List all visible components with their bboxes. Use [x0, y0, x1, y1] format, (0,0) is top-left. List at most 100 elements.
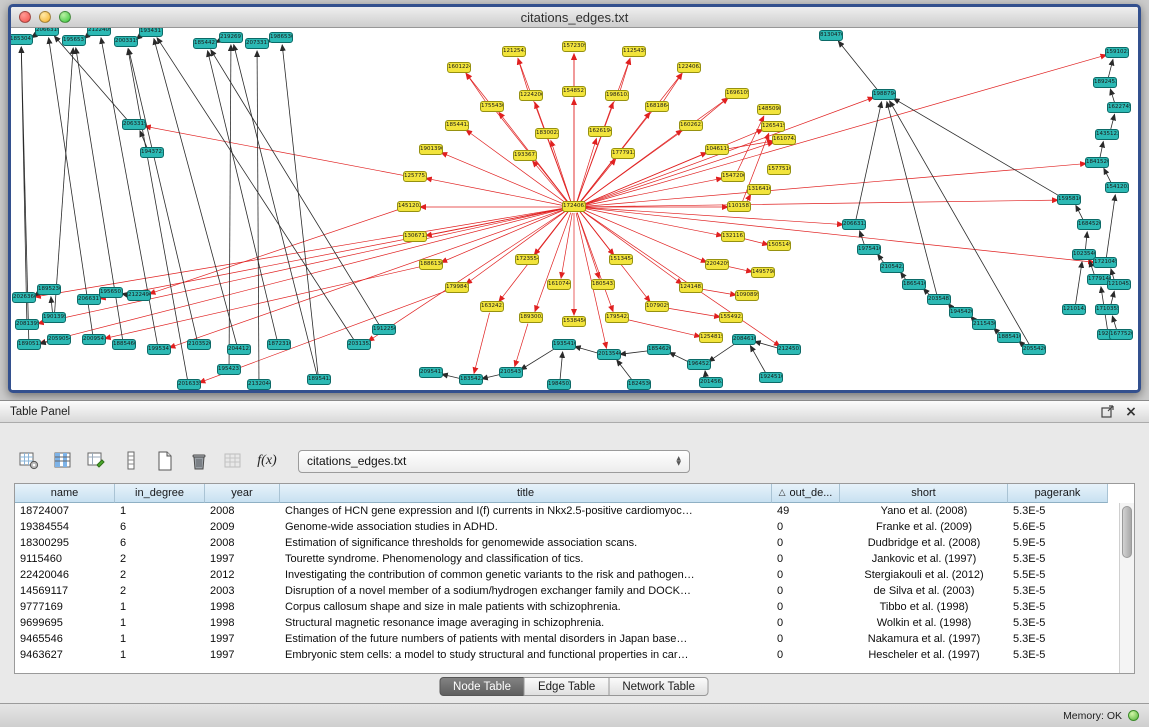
row-height-icon[interactable] — [116, 447, 146, 475]
table-cell[interactable]: 1 — [115, 617, 205, 629]
table-cell[interactable]: 5.5E-5 — [1008, 569, 1108, 581]
graph-node[interactable]: 19013904 — [419, 144, 443, 155]
graph-node[interactable]: 20554203 — [1022, 344, 1046, 355]
graph-node[interactable]: 19845033 — [547, 379, 571, 390]
table-cell[interactable]: 2008 — [205, 505, 280, 517]
column-select-icon[interactable] — [48, 447, 78, 475]
table-cell[interactable]: 0 — [772, 553, 840, 565]
graph-node[interactable]: 15910236 — [1105, 47, 1129, 58]
table-cell[interactable]: Yano et al. (2008) — [840, 505, 1008, 517]
table-row[interactable]: 1938455462009Genome-wide association stu… — [15, 519, 1134, 535]
table-cell[interactable]: Hescheler et al. (1997) — [840, 649, 1008, 661]
graph-node[interactable]: 15485274 — [562, 86, 586, 97]
graph-node[interactable]: 14351236 — [1095, 129, 1119, 140]
table-cell[interactable]: Disruption of a novel member of a sodium… — [280, 585, 772, 597]
graph-node[interactable]: 12414814 — [679, 282, 703, 293]
table-row[interactable]: 1872400712008Changes of HCN gene express… — [15, 503, 1134, 519]
table-cell[interactable]: 1998 — [205, 601, 280, 613]
graph-node[interactable]: 19887946 — [872, 89, 896, 100]
table-cell[interactable]: 0 — [772, 537, 840, 549]
column-header-name[interactable]: name — [15, 484, 115, 503]
graph-node[interactable]: 17554300 — [480, 101, 504, 112]
table-cell[interactable]: Tibbo et al. (1998) — [840, 601, 1008, 613]
table-row[interactable]: 977716911998Corpus callosum shape and si… — [15, 599, 1134, 615]
graph-node[interactable]: 15775105 — [767, 164, 791, 175]
graph-node[interactable]: 12242060 — [519, 90, 543, 101]
graph-node[interactable]: 22042095 — [705, 259, 729, 270]
table-cell[interactable]: 2003 — [205, 585, 280, 597]
graph-node[interactable]: 19565370 — [62, 35, 86, 46]
graph-node[interactable]: 18854602 — [112, 339, 136, 350]
graph-node[interactable]: 16026213 — [679, 120, 703, 131]
graph-node[interactable]: 19861039 — [605, 90, 629, 101]
graph-node[interactable]: 18544210 — [193, 38, 217, 49]
column-header-title[interactable]: title — [280, 484, 772, 503]
graph-node[interactable]: 20663175 — [77, 294, 101, 305]
table-cell[interactable]: 2 — [115, 553, 205, 565]
table-cell[interactable]: 5.3E-5 — [1008, 617, 1108, 629]
graph-node[interactable]: 19953410 — [147, 344, 171, 355]
table-cell[interactable]: 5.6E-5 — [1008, 521, 1108, 533]
network-select-dropdown[interactable]: citations_edges.txt ▲▼ — [298, 450, 690, 473]
table-cell[interactable]: 5.9E-5 — [1008, 537, 1108, 549]
graph-node[interactable]: 18546205 — [647, 344, 671, 355]
graph-node[interactable]: 18530411 — [11, 34, 33, 45]
table-cell[interactable]: Franke et al. (2009) — [840, 521, 1008, 533]
column-header-indegree[interactable]: in_degree — [115, 484, 205, 503]
graph-node[interactable]: 17954222 — [605, 312, 629, 323]
new-file-icon[interactable] — [150, 447, 180, 475]
graph-node[interactable]: 19122501 — [372, 324, 396, 335]
table-cell[interactable]: 14569117 — [15, 585, 115, 597]
table-row[interactable]: 946362711997Embryonic stem cells: a mode… — [15, 647, 1134, 663]
graph-node[interactable]: 17210453 — [1093, 257, 1117, 268]
graph-node[interactable]: 21224095 — [87, 28, 111, 36]
graph-node[interactable]: 18930024 — [519, 312, 543, 323]
table-row[interactable]: 911546021997Tourette syndrome. Phenomeno… — [15, 551, 1134, 567]
table-cell[interactable]: 5.3E-5 — [1008, 505, 1108, 517]
graph-node[interactable]: 17779126 — [611, 148, 635, 159]
graph-node[interactable]: 15412036 — [1105, 182, 1129, 193]
graph-node[interactable]: 20733113 — [245, 38, 269, 49]
graph-node[interactable]: 15472067 — [721, 171, 745, 182]
graph-node[interactable]: 12548151 — [699, 332, 723, 343]
table-cell[interactable]: Stergiakouli et al. (2012) — [840, 569, 1008, 581]
tab-edge-table[interactable]: Edge Table — [524, 677, 609, 696]
graph-node[interactable]: 20633191 — [122, 119, 146, 130]
table-cell[interactable]: 5.3E-5 — [1008, 601, 1108, 613]
table-cell[interactable]: 0 — [772, 633, 840, 645]
graph-node[interactable]: 18245301 — [627, 379, 651, 390]
graph-node[interactable]: 19437210 — [140, 147, 164, 158]
table-cell[interactable]: Estimation of significance thresholds fo… — [280, 537, 772, 549]
graph-node[interactable]: 18415203 — [1085, 157, 1109, 168]
graph-node[interactable]: 15723099 — [562, 41, 586, 52]
graph-node[interactable]: 14512021 — [397, 201, 421, 212]
graph-node[interactable]: 16107449 — [547, 279, 571, 290]
graph-node[interactable]: 10790299 — [645, 301, 669, 312]
graph-node[interactable]: 15549232 — [719, 312, 743, 323]
graph-node[interactable]: 19565013 — [99, 287, 123, 298]
graph-node[interactable]: 14850983 — [757, 104, 781, 115]
table-cell[interactable]: 1997 — [205, 649, 280, 661]
graph-node[interactable]: 20145633 — [699, 377, 723, 388]
graph-node[interactable]: 12125439 — [502, 46, 526, 57]
graph-node[interactable]: 20590541 — [47, 334, 71, 345]
table-row[interactable]: 1456911722003Disruption of a novel membe… — [15, 583, 1134, 599]
graph-node[interactable]: 20846105 — [732, 334, 756, 345]
graph-node[interactable]: 19542318 — [217, 364, 241, 375]
graph-node[interactable]: 20663190 — [35, 28, 59, 36]
table-edit-icon[interactable] — [82, 447, 112, 475]
graph-node[interactable]: 19454203 — [949, 307, 973, 318]
graph-node[interactable]: 21224966 — [127, 290, 151, 301]
graph-node[interactable]: 18354220 — [459, 374, 483, 385]
graph-node[interactable]: 19245102 — [759, 372, 783, 383]
table-cell[interactable]: 1 — [115, 601, 205, 613]
graph-node[interactable]: 20095413 — [82, 334, 106, 345]
graph-node[interactable]: 18861305 — [419, 259, 443, 270]
graph-node[interactable]: 18054312 — [591, 279, 615, 290]
graph-node[interactable]: 16107427 — [772, 134, 796, 145]
table-cell[interactable]: Structural magnetic resonance image aver… — [280, 617, 772, 629]
table-cell[interactable]: 5.3E-5 — [1008, 553, 1108, 565]
graph-node[interactable]: 20135466 — [597, 349, 621, 360]
table-cell[interactable]: 0 — [772, 601, 840, 613]
graph-node[interactable]: 18905135 — [17, 339, 41, 350]
